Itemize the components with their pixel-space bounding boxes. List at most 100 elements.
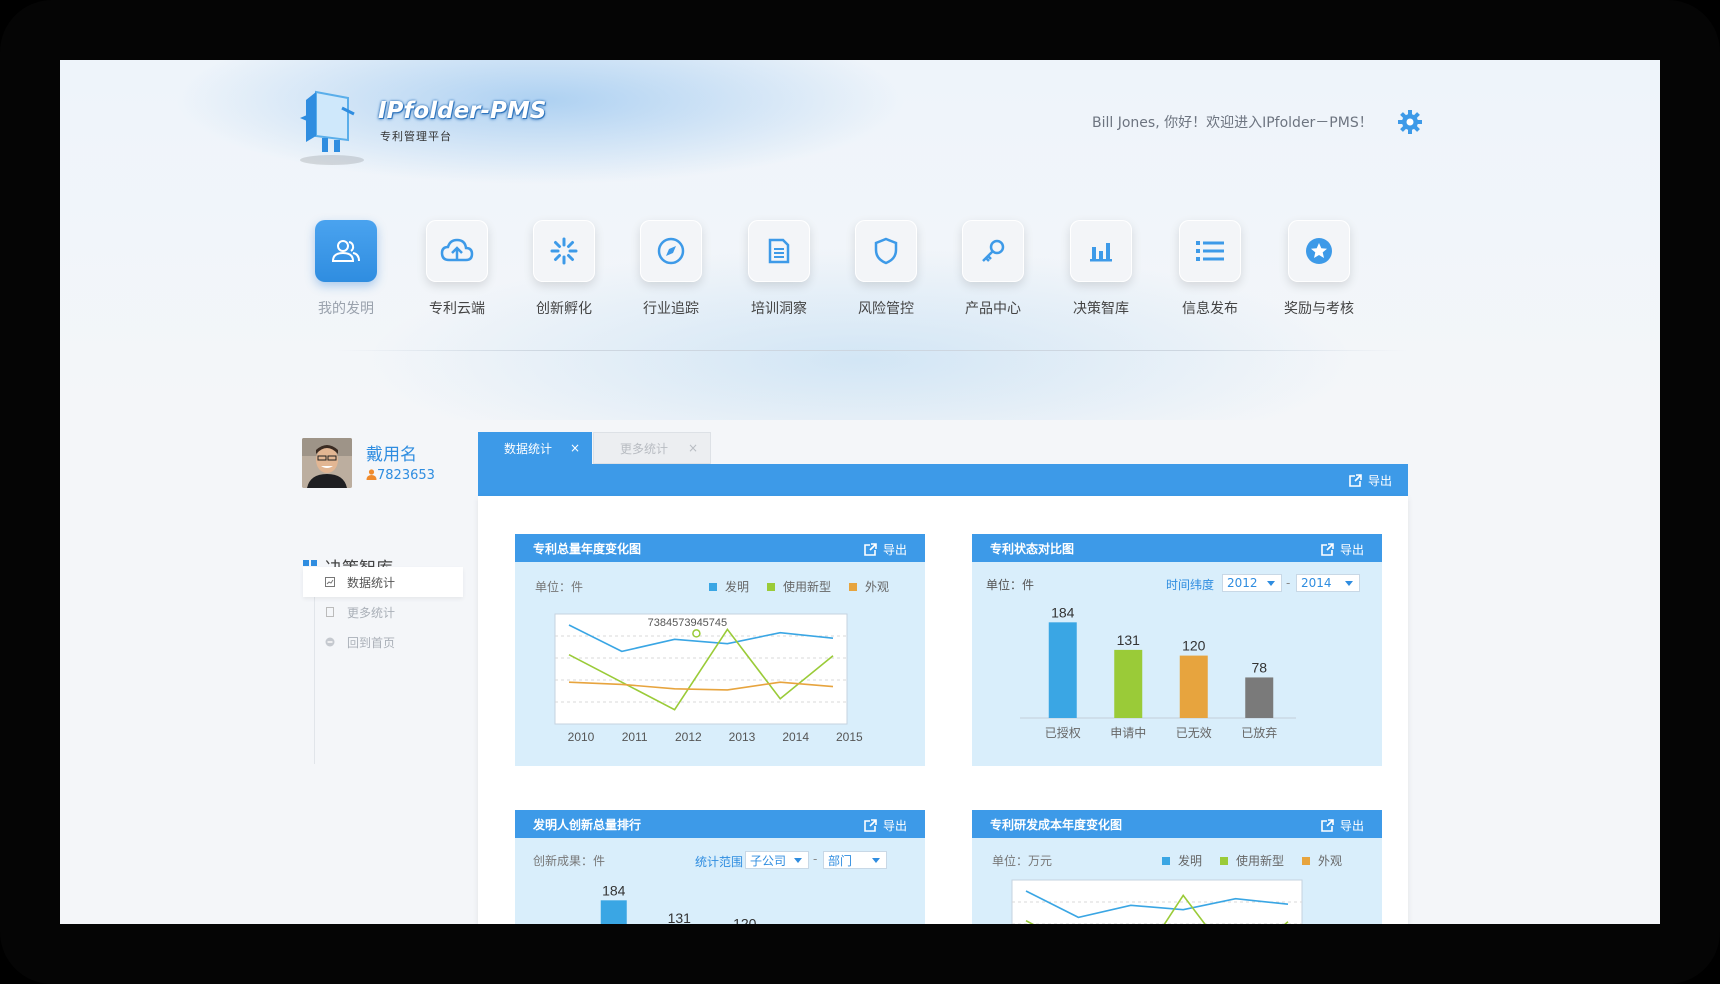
nav-label: 风险管控 — [858, 301, 914, 317]
tab-label: 更多统计 — [620, 441, 669, 456]
nav-label: 创新孵化 — [536, 301, 592, 317]
panel-inventor-ranking: 发明人创新总量排行 导出 创新成果：件 统计范围 子公司 - 部门 184 131… — [515, 810, 925, 924]
x-tick-label: 2012 — [675, 730, 702, 744]
sidebar-item-label: 更多统计 — [347, 605, 396, 620]
avatar[interactable] — [302, 438, 352, 488]
export-button[interactable]: 导出 — [864, 817, 907, 834]
tab-label: 数据统计 — [504, 441, 553, 456]
app-subtitle: 专利管理平台 — [380, 130, 452, 143]
welcome-message: Bill Jones, 你好！欢迎进入IPfolder－PMS！ — [1092, 115, 1373, 131]
main-nav: 我的发明 专利云端 创新孵化 行业追踪 培训洞察 风险管控 产品中心 决策智库 … — [296, 220, 1506, 340]
nav-item-info-publish[interactable]: 信息发布 — [1160, 220, 1260, 318]
external-link-icon — [1349, 474, 1362, 487]
tab-data-stats[interactable]: 数据统计 × — [478, 432, 592, 464]
nav-item-rewards[interactable]: 奖励与考核 — [1269, 220, 1369, 318]
star-icon — [1288, 220, 1350, 282]
bar — [600, 900, 627, 924]
nav-item-training-insight[interactable]: 培训洞察 — [729, 220, 829, 318]
nav-item-my-inventions[interactable]: 我的发明 — [296, 220, 396, 318]
bar-chart: 18413112078 — [600, 882, 757, 924]
export-button[interactable]: 导出 — [864, 541, 907, 558]
chart-icon — [325, 577, 335, 587]
app-screen: IPfolder-PMS 专利管理平台 Bill Jones, 你好！欢迎进入I… — [60, 60, 1660, 924]
bar-chart-icon — [1070, 220, 1132, 282]
nav-item-product-center[interactable]: 产品中心 — [943, 220, 1043, 318]
panel-title: 专利总量年度变化图 — [533, 541, 642, 556]
x-tick-label: 2013 — [729, 730, 756, 744]
panel-header: 专利研发成本年度变化图 导出 — [972, 810, 1382, 838]
sidebar-item-more-stats[interactable]: 更多统计 — [303, 597, 463, 627]
nav-item-industry-tracking[interactable]: 行业追踪 — [621, 220, 721, 318]
nav-item-decision-center[interactable]: 决策智库 — [1051, 220, 1151, 318]
x-tick-label: 已授权 — [1045, 725, 1081, 740]
data-annotation: 7384573945745 — [648, 617, 728, 629]
shield-icon — [855, 220, 917, 282]
nav-label: 决策智库 — [1073, 301, 1129, 317]
external-link-icon — [864, 543, 877, 556]
panel-rd-cost: 专利研发成本年度变化图 导出 单位：万元 发明 使用新型 外观 — [972, 810, 1382, 924]
nav-label: 培训洞察 — [751, 301, 807, 317]
tab-more-stats[interactable]: 更多统计 × — [593, 432, 711, 464]
export-button[interactable]: 导出 — [1321, 541, 1364, 558]
bar-value-label: 131 — [668, 910, 692, 924]
external-link-icon — [1321, 819, 1334, 832]
compass-icon — [640, 220, 702, 282]
export-label: 导出 — [1339, 819, 1364, 833]
chevron-down-icon — [872, 858, 880, 863]
panel-title: 专利状态对比图 — [990, 541, 1075, 556]
device-frame: IPfolder-PMS 专利管理平台 Bill Jones, 你好！欢迎进入I… — [0, 0, 1720, 984]
cloud-upload-icon — [426, 220, 488, 282]
sidebar-item-data-stats[interactable]: 数据统计 — [303, 567, 463, 597]
content-toolbar: 导出 — [478, 464, 1408, 496]
bar-value-label: 120 — [1182, 638, 1206, 654]
panel-header: 发明人创新总量排行 导出 — [515, 810, 925, 838]
close-icon[interactable]: × — [688, 441, 698, 455]
export-label: 导出 — [1339, 543, 1364, 557]
panel-patent-total: 专利总量年度变化图 导出 单位：件 发明 使用新型 外观 73845739457… — [515, 534, 925, 766]
export-button[interactable]: 导出 — [1349, 472, 1392, 489]
bar-value-label: 120 — [733, 916, 757, 924]
chevron-down-icon — [1345, 581, 1353, 586]
range-dash: - — [813, 852, 818, 866]
nav-label: 行业追踪 — [643, 301, 699, 317]
nav-item-patent-cloud[interactable]: 专利云端 — [407, 220, 507, 318]
sidebar-item-home[interactable]: 回到首页 — [303, 627, 463, 657]
line-chart — [1011, 879, 1303, 924]
user-id: 7823653 — [366, 468, 435, 483]
x-tick-label: 已放弃 — [1241, 725, 1277, 740]
panel-header: 专利总量年度变化图 导出 — [515, 534, 925, 562]
gear-icon[interactable] — [1398, 110, 1422, 134]
bar — [1179, 655, 1208, 718]
line-chart: 7384573945745 2010 2011 2012 2013 2014 2015 — [554, 613, 863, 744]
x-tick-label: 2015 — [836, 730, 863, 744]
panel-title: 专利研发成本年度变化图 — [990, 817, 1123, 832]
export-button[interactable]: 导出 — [1321, 817, 1364, 834]
select-value: 2012 — [1227, 576, 1258, 590]
people-icon — [315, 220, 377, 282]
user-icon — [366, 469, 377, 480]
bar-value-label: 184 — [1051, 604, 1075, 620]
bar-chart: 184 已授权 131 申请中 120 已无效 78 已放弃 — [1020, 604, 1296, 740]
x-tick-label: 申请中 — [1110, 725, 1146, 740]
bar-value-label: 184 — [602, 882, 626, 898]
x-tick-label: 2011 — [622, 730, 648, 744]
external-link-icon — [1321, 543, 1334, 556]
export-label: 导出 — [882, 819, 907, 833]
external-link-icon — [864, 819, 877, 832]
nav-item-risk-control[interactable]: 风险管控 — [836, 220, 936, 318]
nav-item-innovation-incubation[interactable]: 创新孵化 — [514, 220, 614, 318]
panel-title: 发明人创新总量排行 — [533, 817, 642, 832]
user-id-value: 7823653 — [377, 468, 435, 483]
back-icon — [325, 637, 335, 647]
x-tick-label: 已无效 — [1176, 725, 1212, 740]
sidebar-item-label: 回到首页 — [347, 635, 396, 650]
key-icon — [962, 220, 1024, 282]
nav-label: 我的发明 — [318, 301, 374, 317]
nav-label: 产品中心 — [965, 301, 1021, 317]
sidebar-item-label: 数据统计 — [347, 575, 396, 590]
close-icon[interactable]: × — [570, 441, 580, 455]
logo-icon — [300, 90, 364, 165]
user-name[interactable]: 戴用名 — [366, 440, 417, 465]
range-dash: - — [1286, 576, 1291, 590]
x-tick-label: 2010 — [568, 730, 595, 744]
